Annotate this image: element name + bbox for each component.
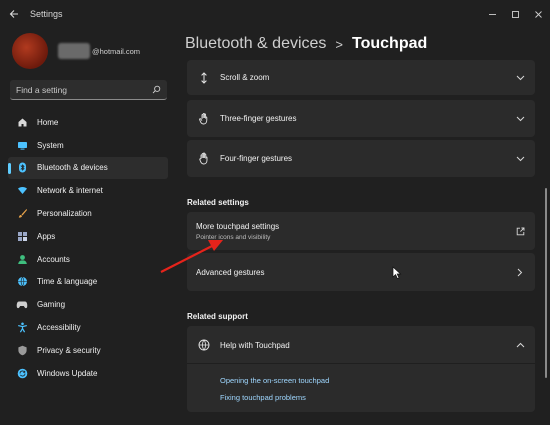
- breadcrumb-parent[interactable]: Bluetooth & devices: [185, 35, 326, 53]
- open-external-icon[interactable]: [515, 226, 525, 236]
- sidebar-item-label: Gaming: [37, 300, 66, 310]
- globe-icon: [16, 276, 28, 288]
- search-box[interactable]: Find a setting: [10, 80, 167, 100]
- chevron-down-icon[interactable]: [515, 73, 525, 83]
- network-icon: [16, 185, 28, 197]
- accessibility-icon: [16, 322, 28, 334]
- back-arrow-icon: [9, 10, 18, 18]
- breadcrumb-separator: >: [335, 36, 344, 52]
- update-icon: [16, 367, 28, 379]
- user-profile[interactable]: @hotmail.com: [12, 32, 140, 70]
- three-finger-gestures-card[interactable]: Three-finger gestures: [187, 100, 535, 137]
- search-input[interactable]: Find a setting: [16, 85, 151, 95]
- redacted-username: [58, 43, 90, 59]
- card-label: Three-finger gestures: [220, 114, 297, 123]
- card-label: Help with Touchpad: [220, 341, 290, 350]
- accounts-icon: [16, 253, 28, 265]
- sidebar-item-accounts[interactable]: Accounts: [8, 248, 168, 271]
- sidebar-item-label: Home: [37, 117, 59, 127]
- search-icon[interactable]: [151, 85, 161, 95]
- sidebar-item-label: Accessibility: [37, 323, 81, 333]
- help-link-fixing-touchpad[interactable]: Fixing touchpad problems: [220, 393, 306, 402]
- avatar: [12, 33, 48, 69]
- chevron-down-icon[interactable]: [515, 154, 525, 164]
- window-controls: [481, 0, 550, 28]
- user-email: @hotmail.com: [92, 46, 141, 56]
- system-icon: [16, 139, 28, 151]
- chevron-down-icon[interactable]: [515, 114, 525, 124]
- sidebar-item-personalization[interactable]: Personalization: [8, 202, 168, 225]
- four-finger-gestures-card[interactable]: Four-finger gestures: [187, 140, 535, 177]
- bluetooth-icon: [16, 162, 28, 174]
- minimize-button[interactable]: [481, 0, 504, 28]
- hand-icon: [197, 112, 211, 126]
- sidebar-item-label: Privacy & security: [37, 345, 101, 355]
- globe-icon: [197, 338, 211, 352]
- sidebar-nav: Home System Bluetooth & devices Network …: [8, 111, 168, 385]
- sidebar-item-time-language[interactable]: Time & language: [8, 271, 168, 294]
- card-label: More touchpad settings: [196, 222, 280, 231]
- hand-icon: [197, 152, 211, 166]
- related-settings-heading: Related settings: [187, 198, 249, 207]
- minimize-icon: [489, 13, 496, 15]
- sidebar-item-label: Bluetooth & devices: [37, 163, 108, 173]
- sidebar-item-label: Time & language: [37, 277, 98, 287]
- sidebar-item-apps[interactable]: Apps: [8, 225, 168, 248]
- chevron-up-icon[interactable]: [515, 340, 525, 350]
- advanced-gestures-card[interactable]: Advanced gestures: [187, 253, 535, 291]
- sidebar-item-label: Network & internet: [37, 186, 103, 196]
- sidebar-item-label: Personalization: [37, 209, 92, 219]
- scroll-zoom-card[interactable]: Scroll & zoom: [187, 60, 535, 95]
- chevron-right-icon[interactable]: [515, 267, 525, 277]
- sidebar-item-bluetooth-devices[interactable]: Bluetooth & devices: [8, 156, 168, 180]
- close-icon: [535, 10, 542, 18]
- scroll-icon: [197, 71, 211, 85]
- brush-icon: [16, 208, 28, 220]
- card-label: Four-finger gestures: [220, 154, 293, 163]
- breadcrumb: Bluetooth & devices > Touchpad: [185, 33, 427, 55]
- sidebar-item-network[interactable]: Network & internet: [8, 179, 168, 202]
- related-support-heading: Related support: [187, 312, 248, 321]
- mouse-cursor-icon: [392, 266, 402, 280]
- sidebar-item-label: Apps: [37, 231, 56, 241]
- page-title: Touchpad: [352, 35, 428, 52]
- sidebar-item-label: System: [37, 140, 64, 150]
- gaming-icon: [16, 299, 28, 311]
- annotation-arrow: [160, 240, 223, 273]
- more-touchpad-settings-card[interactable]: More touchpad settings Pointer icons and…: [187, 212, 535, 250]
- scrollbar[interactable]: [545, 188, 547, 378]
- title-bar: Settings: [0, 0, 550, 28]
- close-button[interactable]: [527, 0, 550, 28]
- sidebar-item-accessibility[interactable]: Accessibility: [8, 316, 168, 339]
- sidebar-item-gaming[interactable]: Gaming: [8, 293, 168, 316]
- sidebar-item-windows-update[interactable]: Windows Update: [8, 362, 168, 385]
- apps-icon: [16, 230, 28, 242]
- back-button[interactable]: [0, 0, 28, 28]
- help-with-touchpad-header[interactable]: Help with Touchpad: [187, 326, 535, 364]
- window-title: Settings: [30, 9, 63, 19]
- sidebar-item-label: Accounts: [37, 254, 70, 264]
- sidebar-item-label: Windows Update: [37, 368, 98, 378]
- maximize-button[interactable]: [504, 0, 527, 28]
- shield-icon: [16, 344, 28, 356]
- sidebar-item-privacy-security[interactable]: Privacy & security: [8, 339, 168, 362]
- maximize-icon: [512, 10, 519, 18]
- card-label: Scroll & zoom: [220, 73, 270, 82]
- help-link-on-screen-touchpad[interactable]: Opening the on-screen touchpad: [220, 376, 329, 385]
- sidebar-item-system[interactable]: System: [8, 134, 168, 157]
- home-icon: [16, 116, 28, 128]
- sidebar-item-home[interactable]: Home: [8, 111, 168, 134]
